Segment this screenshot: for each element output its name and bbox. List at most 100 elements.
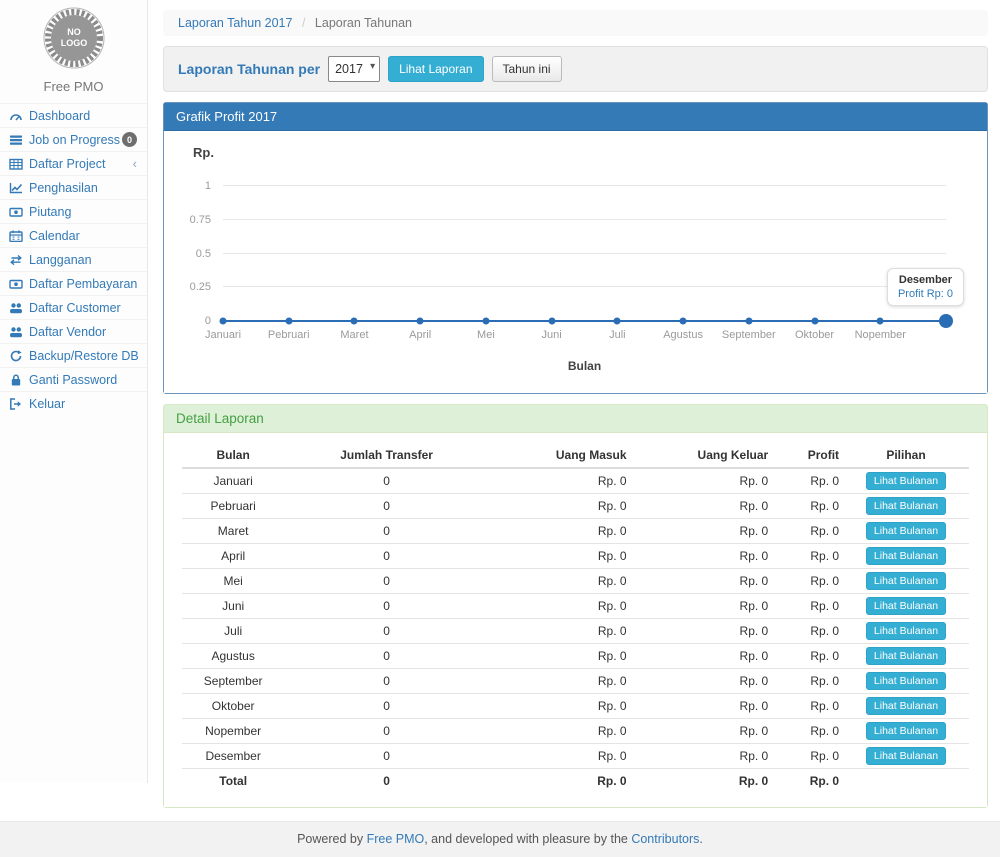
year-filter-panel: Laporan Tahunan per 2017 Lihat Laporan T… [163, 46, 988, 92]
data-point-september[interactable] [745, 318, 752, 325]
table-cell: 0 [284, 644, 489, 669]
footer-text: , and developed with pleasure by the [424, 832, 631, 846]
data-point-januari[interactable] [220, 318, 227, 325]
logo-text-line2: LOGO [60, 38, 87, 48]
data-point-april[interactable] [417, 318, 424, 325]
data-point-oktober[interactable] [811, 318, 818, 325]
sidebar-item-label: Dashboard [29, 109, 90, 123]
lihat-bulanan-button[interactable]: Lihat Bulanan [866, 497, 946, 515]
table-cell: Rp. 0 [631, 569, 773, 594]
lihat-bulanan-button[interactable]: Lihat Bulanan [866, 672, 946, 690]
data-point-desember[interactable] [939, 314, 953, 328]
profit-line [223, 320, 946, 322]
breadcrumb-separator: / [302, 16, 305, 30]
sidebar-item-ganti-password[interactable]: Ganti Password [0, 367, 147, 391]
tasks-icon [8, 134, 23, 146]
table-cell: Rp. 0 [489, 468, 631, 494]
data-point-agustus[interactable] [680, 318, 687, 325]
lihat-bulanan-button[interactable]: Lihat Bulanan [866, 647, 946, 665]
table-cell: Agustus [182, 644, 284, 669]
lihat-bulanan-button[interactable]: Lihat Bulanan [866, 722, 946, 740]
table-cell: 0 [284, 719, 489, 744]
table-cell: Rp. 0 [631, 644, 773, 669]
data-point-juni[interactable] [548, 318, 555, 325]
sidebar-item-backup-restore-db[interactable]: Backup/Restore DB [0, 343, 147, 367]
sidebar-item-keluar[interactable]: Keluar [0, 391, 147, 415]
tooltip-value: Profit Rp: 0 [898, 288, 953, 300]
x-tick-label: Oktober [795, 329, 834, 341]
table-cell: 0 [284, 468, 489, 494]
data-point-nopember[interactable] [877, 318, 884, 325]
table-cell: Januari [182, 468, 284, 494]
table-cell: Rp. 0 [772, 468, 843, 494]
x-tick-label: Juli [609, 329, 626, 341]
tahun-ini-button[interactable]: Tahun ini [492, 56, 562, 82]
lihat-bulanan-button[interactable]: Lihat Bulanan [866, 597, 946, 615]
x-tick-label: Mei [477, 329, 495, 341]
sidebar-item-label: Backup/Restore DB [29, 349, 139, 363]
free-pmo-link[interactable]: Free PMO [367, 832, 425, 846]
table-cell: 0 [284, 669, 489, 694]
sidebar-item-label: Langganan [29, 253, 92, 267]
table-row: Juli0Rp. 0Rp. 0Rp. 0Lihat Bulanan [182, 619, 969, 644]
tooltip-title: Desember [898, 274, 953, 286]
table-row: Desember0Rp. 0Rp. 0Rp. 0Lihat Bulanan [182, 744, 969, 769]
lihat-laporan-button[interactable]: Lihat Laporan [388, 56, 483, 82]
breadcrumb: Laporan Tahun 2017 / Laporan Tahunan [163, 10, 988, 36]
sidebar-item-daftar-project[interactable]: Daftar Project ‹ [0, 151, 147, 175]
y-gridline [223, 219, 946, 220]
sidebar-item-daftar-customer[interactable]: Daftar Customer [0, 295, 147, 319]
sidebar-item-piutang[interactable]: Piutang [0, 199, 147, 223]
sidebar-item-daftar-vendor[interactable]: Daftar Vendor [0, 319, 147, 343]
logo: NO LOGO [0, 0, 147, 74]
table-cell [843, 769, 969, 793]
sidebar-menu: Dashboard Job on Progress 0 Daftar Proje… [0, 103, 147, 415]
detail-laporan-panel: Detail Laporan Bulan Jumlah Transfer Uan… [163, 404, 988, 808]
lihat-bulanan-button[interactable]: Lihat Bulanan [866, 697, 946, 715]
table-cell: 0 [284, 594, 489, 619]
table-cell: 0 [284, 544, 489, 569]
table-cell: 0 [284, 744, 489, 769]
table-cell: Lihat Bulanan [843, 494, 969, 519]
data-point-mei[interactable] [482, 318, 489, 325]
y-axis-label: Rp. [193, 145, 972, 160]
y-tick-label: 0 [205, 315, 211, 327]
table-cell: April [182, 544, 284, 569]
data-point-juli[interactable] [614, 318, 621, 325]
table-cell: Rp. 0 [489, 519, 631, 544]
sidebar-item-label: Keluar [29, 397, 65, 411]
table-cell: Lihat Bulanan [843, 744, 969, 769]
total-row: Total0Rp. 0Rp. 0Rp. 0 [182, 769, 969, 793]
lihat-bulanan-button[interactable]: Lihat Bulanan [866, 472, 946, 490]
breadcrumb-link[interactable]: Laporan Tahun 2017 [178, 16, 292, 30]
x-tick-label: September [722, 329, 776, 341]
users-icon [8, 326, 23, 338]
sidebar-item-job-on-progress[interactable]: Job on Progress 0 [0, 127, 147, 151]
money-icon [8, 206, 23, 218]
data-point-maret[interactable] [351, 318, 358, 325]
col-header-jumlah-transfer: Jumlah Transfer [284, 443, 489, 468]
sidebar-item-penghasilan[interactable]: Penghasilan [0, 175, 147, 199]
table-cell: Nopember [182, 719, 284, 744]
data-point-pebruari[interactable] [285, 318, 292, 325]
table-cell: September [182, 669, 284, 694]
detail-table: Bulan Jumlah Transfer Uang Masuk Uang Ke… [182, 443, 969, 793]
lihat-bulanan-button[interactable]: Lihat Bulanan [866, 547, 946, 565]
lihat-bulanan-button[interactable]: Lihat Bulanan [866, 522, 946, 540]
sidebar-item-daftar-pembayaran[interactable]: Daftar Pembayaran [0, 271, 147, 295]
sidebar-item-dashboard[interactable]: Dashboard [0, 103, 147, 127]
table-cell: Rp. 0 [631, 468, 773, 494]
lihat-bulanan-button[interactable]: Lihat Bulanan [866, 747, 946, 765]
y-tick-label: 0.75 [190, 214, 211, 226]
year-select[interactable]: 2017 [328, 56, 380, 82]
table-cell: Lihat Bulanan [843, 594, 969, 619]
sidebar-item-label: Daftar Pembayaran [29, 277, 137, 291]
sidebar-item-calendar[interactable]: Calendar [0, 223, 147, 247]
contributors-link[interactable]: Contributors [631, 832, 699, 846]
lihat-bulanan-button[interactable]: Lihat Bulanan [866, 622, 946, 640]
table-cell: Rp. 0 [489, 594, 631, 619]
table-row: September0Rp. 0Rp. 0Rp. 0Lihat Bulanan [182, 669, 969, 694]
sidebar-item-langganan[interactable]: Langganan [0, 247, 147, 271]
table-header-row: Bulan Jumlah Transfer Uang Masuk Uang Ke… [182, 443, 969, 468]
lihat-bulanan-button[interactable]: Lihat Bulanan [866, 572, 946, 590]
